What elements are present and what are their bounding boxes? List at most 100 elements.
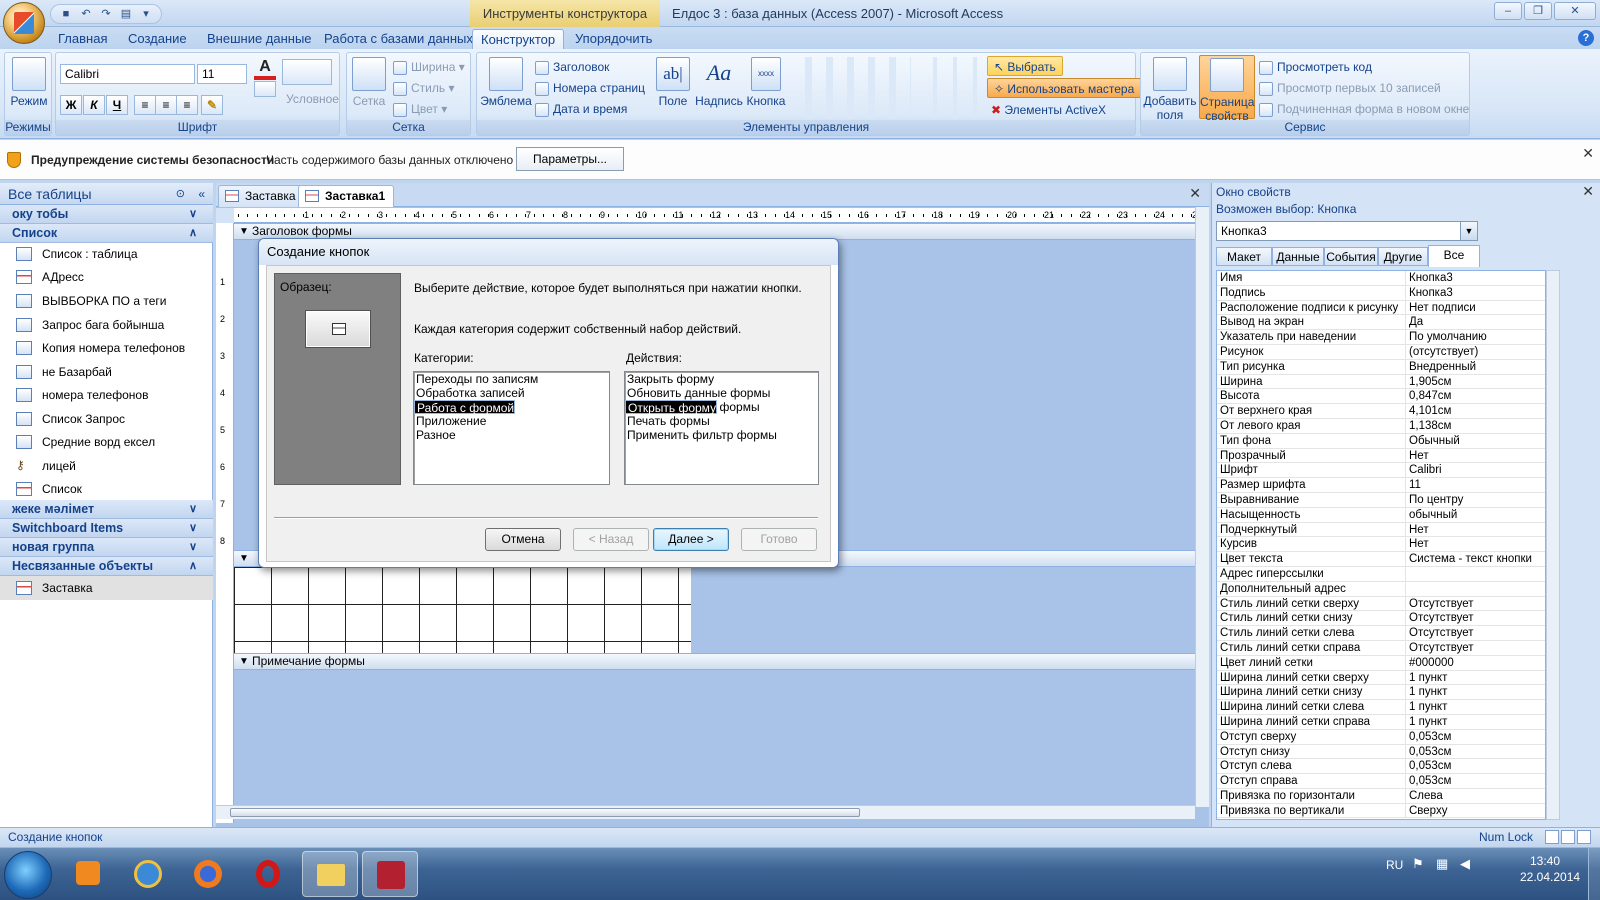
property-row[interactable]: Привязка по горизонтали Слева: [1217, 788, 1545, 804]
show-desktop-button[interactable]: [1588, 848, 1600, 900]
field-button[interactable]: ab| Поле: [655, 55, 691, 108]
italic-button[interactable]: К: [83, 95, 105, 115]
property-value[interactable]: Отсутствует: [1406, 597, 1545, 611]
nav-group-switchboard-items[interactable]: Switchboard Items ∨: [0, 519, 213, 538]
grid-width-button[interactable]: Ширина ▾: [393, 57, 465, 77]
clock-time[interactable]: 13:40: [1530, 854, 1560, 868]
tab-design[interactable]: Конструктор: [472, 29, 565, 49]
nav-group-zheke-malimet[interactable]: жеке мәлімет ∨: [0, 500, 213, 519]
start-button[interactable]: [4, 851, 52, 899]
minimize-button[interactable]: –: [1494, 2, 1522, 20]
flag-icon[interactable]: ⚑: [1412, 856, 1424, 872]
help-icon[interactable]: ?: [1578, 30, 1594, 46]
property-row[interactable]: Отступ справа 0,053см: [1217, 774, 1545, 789]
detail-grid-area[interactable]: [234, 567, 691, 653]
add-fields-button[interactable]: Добавить поля: [1143, 55, 1197, 122]
top10-button[interactable]: Просмотр первых 10 записей: [1259, 78, 1441, 98]
activex-button[interactable]: ✖ Элементы ActiveX: [991, 100, 1106, 120]
tab-arrange[interactable]: Упорядочить: [567, 29, 660, 49]
property-value[interactable]: 0,053см: [1406, 745, 1545, 759]
close-icon[interactable]: ✕: [1189, 185, 1201, 202]
property-row[interactable]: Ширина 1,905см: [1217, 374, 1545, 390]
vertical-scrollbar[interactable]: [1195, 207, 1209, 807]
property-value[interactable]: 1,138см: [1406, 419, 1545, 433]
property-value[interactable]: обычный: [1406, 508, 1545, 522]
design-view-icon[interactable]: [1577, 830, 1591, 844]
property-row[interactable]: Стиль линий сетки сверху Отсутствует: [1217, 596, 1545, 612]
property-row[interactable]: Привязка по вертикали Сверху: [1217, 803, 1545, 819]
property-row[interactable]: Курсив Нет: [1217, 537, 1545, 553]
property-row[interactable]: Ширина линий сетки слева 1 пункт: [1217, 700, 1545, 715]
property-value[interactable]: #000000: [1406, 656, 1545, 670]
nav-group-new-group[interactable]: новая группа ∨: [0, 538, 213, 557]
font-name-select[interactable]: Calibri: [60, 64, 195, 84]
tab-events[interactable]: События: [1324, 247, 1378, 266]
property-value[interactable]: Кнопка3: [1406, 286, 1545, 300]
actions-list[interactable]: Закрыть форму Обновить данные формы Открыт…: [624, 371, 819, 485]
options-button[interactable]: Параметры...: [516, 147, 624, 171]
property-value[interactable]: 1 пункт: [1406, 671, 1545, 685]
doc-tab-active[interactable]: Заставка1: [298, 185, 395, 207]
collapse-pane-icon[interactable]: «: [198, 183, 205, 205]
property-row[interactable]: Шрифт Calibri: [1217, 463, 1545, 479]
property-value[interactable]: Слева: [1406, 789, 1545, 803]
select-button[interactable]: ↖ Выбрать: [987, 56, 1063, 76]
property-row[interactable]: Отступ сверху 0,053см: [1217, 729, 1545, 745]
access-taskbar-icon[interactable]: [362, 851, 418, 897]
close-icon[interactable]: ✕: [1582, 183, 1594, 200]
tab-all[interactable]: Все: [1428, 245, 1480, 267]
property-value[interactable]: Нет: [1406, 537, 1545, 551]
nav-item[interactable]: ⚷ лицей: [0, 454, 213, 478]
property-value[interactable]: 4,101см: [1406, 404, 1545, 418]
property-value[interactable]: По умолчанию: [1406, 330, 1545, 344]
nav-item[interactable]: Список: [0, 477, 213, 501]
tab-data[interactable]: Данные: [1272, 247, 1324, 266]
category-item[interactable]: Переходы по записям: [414, 372, 609, 386]
property-value[interactable]: Система - текст кнопки: [1406, 552, 1545, 566]
property-value[interactable]: По центру: [1406, 493, 1545, 507]
property-value[interactable]: 1,905см: [1406, 375, 1545, 389]
view-icon[interactable]: ▤: [119, 7, 133, 21]
property-row[interactable]: От левого края 1,138см: [1217, 418, 1545, 434]
align-center-icon[interactable]: ≡: [155, 95, 177, 115]
line-tools-icons[interactable]: [917, 57, 977, 119]
opera-taskbar-icon[interactable]: [240, 851, 296, 897]
nav-menu-icon[interactable]: ⊙: [176, 183, 185, 205]
action-item[interactable]: Открыть форму: [625, 400, 718, 415]
form-view-icon[interactable]: [1545, 830, 1559, 844]
tab-database-tools[interactable]: Работа с базами данных: [316, 29, 481, 49]
layout-view-icon[interactable]: [1561, 830, 1575, 844]
nav-group-unbound[interactable]: Несвязанные объекты ∧: [0, 557, 213, 576]
property-value[interactable]: [1406, 582, 1545, 596]
align-left-icon[interactable]: ≡: [134, 95, 156, 115]
property-value[interactable]: 1 пункт: [1406, 685, 1545, 699]
close-icon[interactable]: ✕: [1582, 145, 1594, 162]
view-button[interactable]: Режим: [7, 55, 51, 108]
property-value[interactable]: 0,053см: [1406, 774, 1545, 788]
category-item[interactable]: Разное: [414, 428, 609, 442]
property-row[interactable]: Адрес гиперссылки: [1217, 566, 1545, 582]
language-indicator[interactable]: RU: [1386, 858, 1403, 872]
nav-item[interactable]: Список : таблица: [0, 242, 213, 266]
tab-home[interactable]: Главная: [50, 29, 115, 49]
ie-taskbar-icon[interactable]: [120, 851, 176, 897]
property-row[interactable]: Цвет текста Система - текст кнопки: [1217, 552, 1545, 567]
nav-group-spisok[interactable]: Список ∧: [0, 224, 213, 243]
close-button[interactable]: ✕: [1554, 2, 1596, 20]
property-value[interactable]: Отсутствует: [1406, 626, 1545, 640]
category-item[interactable]: Обработка записей: [414, 386, 609, 400]
property-value[interactable]: 1 пункт: [1406, 700, 1545, 714]
property-value[interactable]: Нет подписи: [1406, 301, 1545, 315]
property-value[interactable]: Calibri: [1406, 463, 1545, 477]
property-row[interactable]: Стиль линий сетки снизу Отсутствует: [1217, 611, 1545, 627]
property-row[interactable]: Стиль линий сетки слева Отсутствует: [1217, 626, 1545, 641]
gridlines-button[interactable]: Сетка: [349, 55, 389, 108]
undo-icon[interactable]: ↶: [79, 7, 93, 21]
property-row[interactable]: Высота 0,847см: [1217, 389, 1545, 405]
bold-button[interactable]: Ж: [60, 95, 82, 115]
nav-item[interactable]: ВЫВБОРКА ПО а теги: [0, 289, 213, 313]
property-row[interactable]: Указатель при наведении По умолчанию: [1217, 330, 1545, 345]
nav-group-oku-tobi[interactable]: оку тобы ∨: [0, 205, 213, 224]
nav-item[interactable]: Копия номера телефонов: [0, 336, 213, 360]
scroll-thumb[interactable]: [230, 808, 860, 817]
